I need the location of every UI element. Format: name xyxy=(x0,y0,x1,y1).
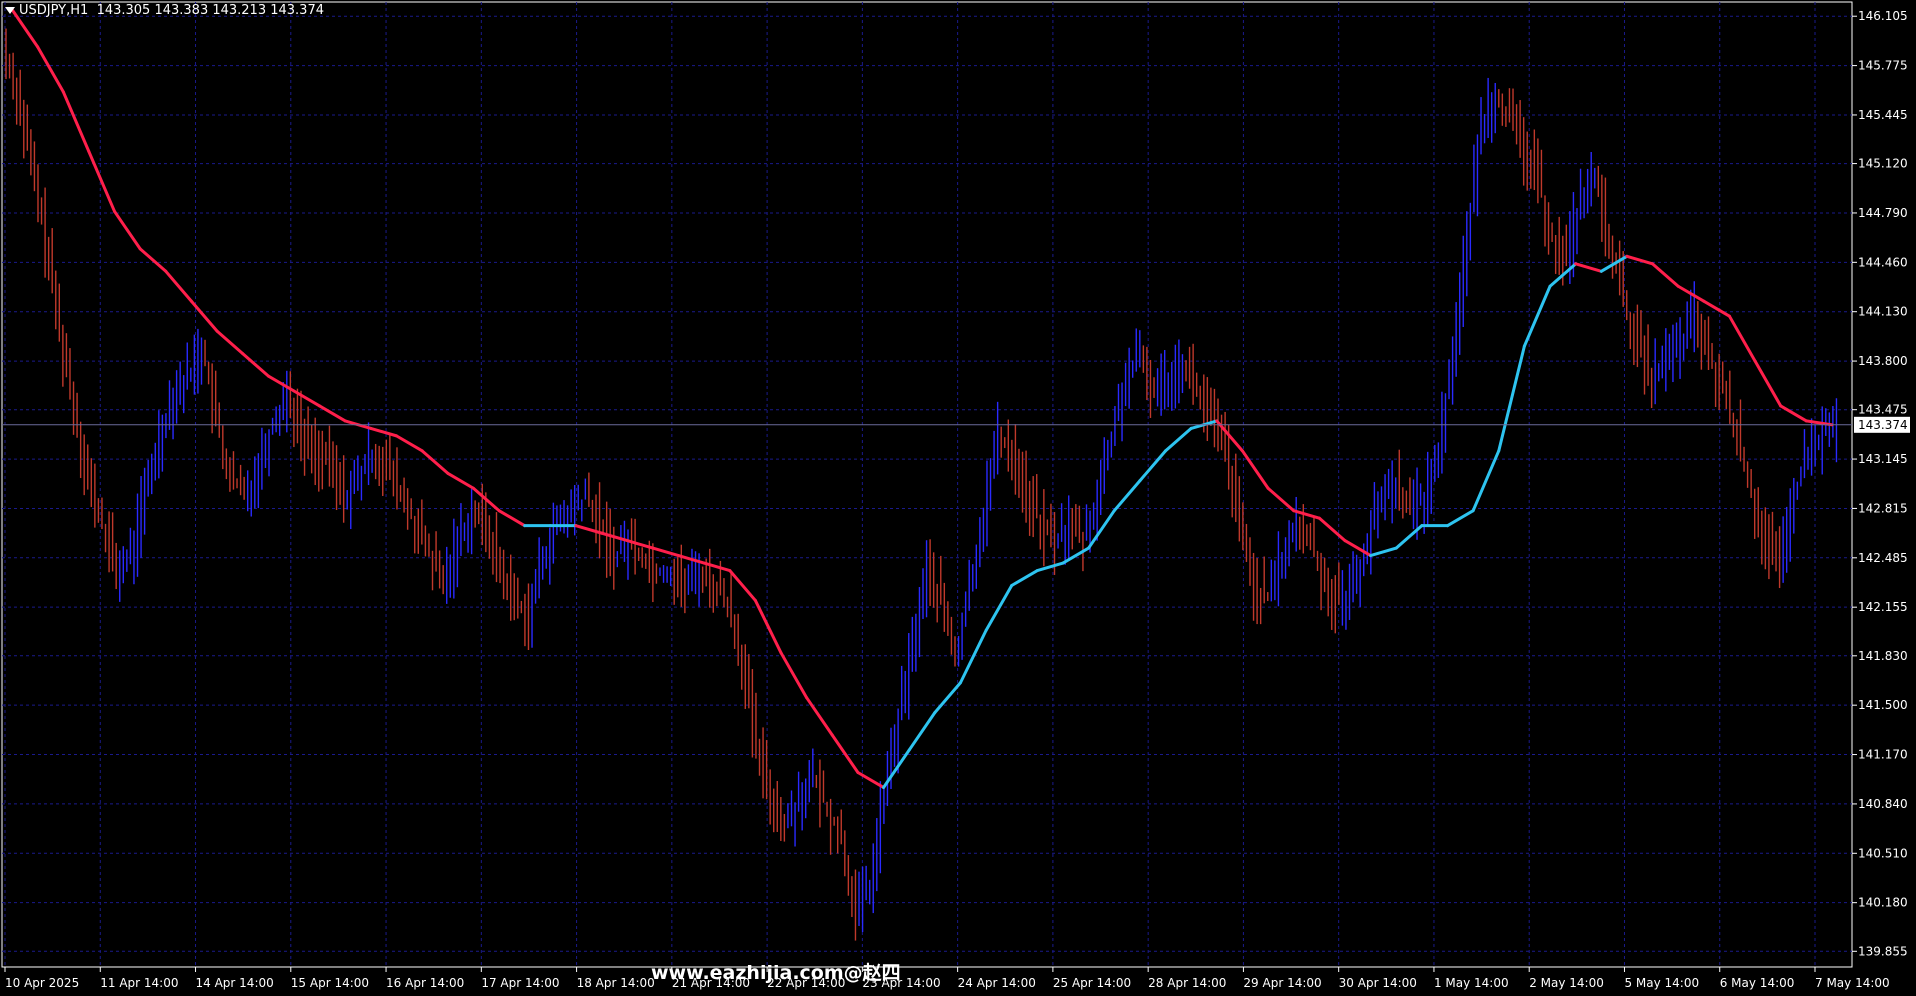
moving-average-segment xyxy=(1753,359,1783,408)
chart-window: 146.105 145.775 145.445 145.120 144.790 144.4… xyxy=(0,0,1916,996)
moving-average-segment xyxy=(958,628,988,685)
x-tick-label: 25 Apr 14:00 xyxy=(1053,976,1131,990)
moving-average-segment xyxy=(164,269,193,303)
moving-average-segment xyxy=(1010,569,1039,587)
x-tick-label: 11 Apr 14:00 xyxy=(100,976,178,990)
moving-average-segment xyxy=(702,561,732,573)
moving-average-segment xyxy=(241,352,270,378)
moving-average-segment xyxy=(36,45,65,94)
y-tick-label: 142.485 xyxy=(1858,551,1908,565)
moving-average-segment xyxy=(1471,449,1501,513)
y-tick-label: 140.840 xyxy=(1858,797,1908,811)
dropdown-triangle-icon[interactable] xyxy=(5,7,15,14)
moving-average-segment xyxy=(113,209,142,251)
moving-average-segment xyxy=(1138,449,1168,483)
moving-average-segment xyxy=(779,651,809,700)
x-tick-label: 24 Apr 14:00 xyxy=(958,976,1036,990)
y-tick-label: 141.500 xyxy=(1858,698,1908,712)
moving-average-segment xyxy=(728,569,757,602)
moving-average-segment xyxy=(1779,404,1808,423)
price-chart[interactable]: 146.105 145.775 145.445 145.120 144.790 144.4… xyxy=(0,0,1916,996)
moving-average-segment xyxy=(369,426,399,438)
x-tick-label: 16 Apr 14:00 xyxy=(386,976,464,990)
moving-average-segment xyxy=(395,434,424,453)
moving-average-segment xyxy=(420,449,450,475)
moving-average-segment xyxy=(1702,299,1731,318)
x-tick-label: 29 Apr 14:00 xyxy=(1243,976,1321,990)
moving-average-segment xyxy=(1445,509,1475,528)
plot-frame xyxy=(1,1,1853,968)
moving-average-segment xyxy=(1317,516,1347,543)
moving-average-segment xyxy=(1112,479,1142,513)
moving-average-segment xyxy=(1266,486,1296,513)
moving-average-segment xyxy=(138,247,168,273)
x-tick-label: 15 Apr 14:00 xyxy=(291,976,369,990)
moving-average-segment xyxy=(1804,419,1834,427)
moving-average-segment xyxy=(1035,561,1065,573)
moving-average-segment xyxy=(651,546,680,558)
y-tick-label: 140.510 xyxy=(1858,846,1908,860)
y-tick-label: 144.460 xyxy=(1858,255,1908,269)
moving-average-segment xyxy=(497,509,527,528)
y-tick-label: 144.790 xyxy=(1858,206,1908,220)
moving-average-segment xyxy=(984,583,1014,632)
moving-average-segment xyxy=(1727,314,1757,363)
moving-average-segment xyxy=(574,524,604,535)
moving-average-segment xyxy=(1369,546,1398,558)
moving-average-segment xyxy=(805,696,834,737)
y-tick-label: 144.130 xyxy=(1858,305,1908,319)
ohlc-label: 143.305 143.383 143.213 143.374 xyxy=(96,3,324,18)
y-tick-label: 141.830 xyxy=(1858,649,1908,663)
symbol-label: USDJPY,H1 xyxy=(19,3,89,18)
y-tick-label: 146.105 xyxy=(1858,9,1908,23)
y-tick-label: 141.170 xyxy=(1858,748,1908,762)
moving-average-segment xyxy=(1215,419,1244,453)
moving-average-segment xyxy=(830,733,860,775)
x-tick-label: 2 May 14:00 xyxy=(1529,976,1604,990)
y-tick-label: 143.800 xyxy=(1858,354,1908,368)
y-tick-label: 140.180 xyxy=(1858,896,1908,910)
y-tick-label: 142.155 xyxy=(1858,600,1908,614)
x-tick-label: 10 Apr 2025 xyxy=(5,976,79,990)
moving-average-segment xyxy=(1651,262,1680,288)
moving-average-segment xyxy=(446,471,475,490)
x-tick-label: 1 May 14:00 xyxy=(1434,976,1509,990)
moving-average-segment xyxy=(1061,546,1091,565)
x-tick-label: 14 Apr 14:00 xyxy=(196,976,274,990)
y-tick-label: 145.445 xyxy=(1858,108,1908,122)
y-tick-label: 142.815 xyxy=(1858,501,1908,515)
x-tick-label: 6 May 14:00 xyxy=(1720,976,1795,990)
current-price-label: 143.374 xyxy=(1858,418,1908,432)
moving-average-segment xyxy=(215,329,245,356)
x-tick-label: 7 May 14:00 xyxy=(1815,976,1890,990)
moving-average-segment xyxy=(87,150,117,213)
moving-average-segment xyxy=(1292,509,1321,520)
y-tick-label: 145.775 xyxy=(1858,59,1908,73)
moving-average-segment xyxy=(907,711,937,752)
watermark: www.eazhijia.com@赵四 xyxy=(651,962,901,984)
moving-average-segment xyxy=(61,90,91,154)
moving-average-segment xyxy=(933,681,962,715)
moving-average-segment xyxy=(1522,284,1552,348)
moving-average-segment xyxy=(1574,262,1603,273)
x-tick-label: 30 Apr 14:00 xyxy=(1339,976,1417,990)
moving-average-segment xyxy=(1164,426,1193,453)
x-tick-label: 17 Apr 14:00 xyxy=(481,976,559,990)
moving-average-segment xyxy=(318,404,347,423)
y-tick-label: 139.855 xyxy=(1858,944,1908,958)
x-tick-label: 28 Apr 14:00 xyxy=(1148,976,1226,990)
y-tick-label: 143.475 xyxy=(1858,403,1908,417)
chart-header: USDJPY,H1 143.305 143.383 143.213 143.37… xyxy=(5,3,324,18)
moving-average-segment xyxy=(1394,524,1424,550)
moving-average-segment xyxy=(1497,344,1526,453)
moving-average-segment xyxy=(1240,449,1270,490)
moving-average-segment xyxy=(856,771,886,789)
moving-average-segment xyxy=(753,598,783,655)
x-tick-label: 18 Apr 14:00 xyxy=(577,976,655,990)
moving-average-segment xyxy=(1087,509,1116,550)
x-tick-label: 5 May 14:00 xyxy=(1624,976,1699,990)
y-tick-label: 145.120 xyxy=(1858,157,1908,171)
y-tick-label: 143.145 xyxy=(1858,452,1908,466)
